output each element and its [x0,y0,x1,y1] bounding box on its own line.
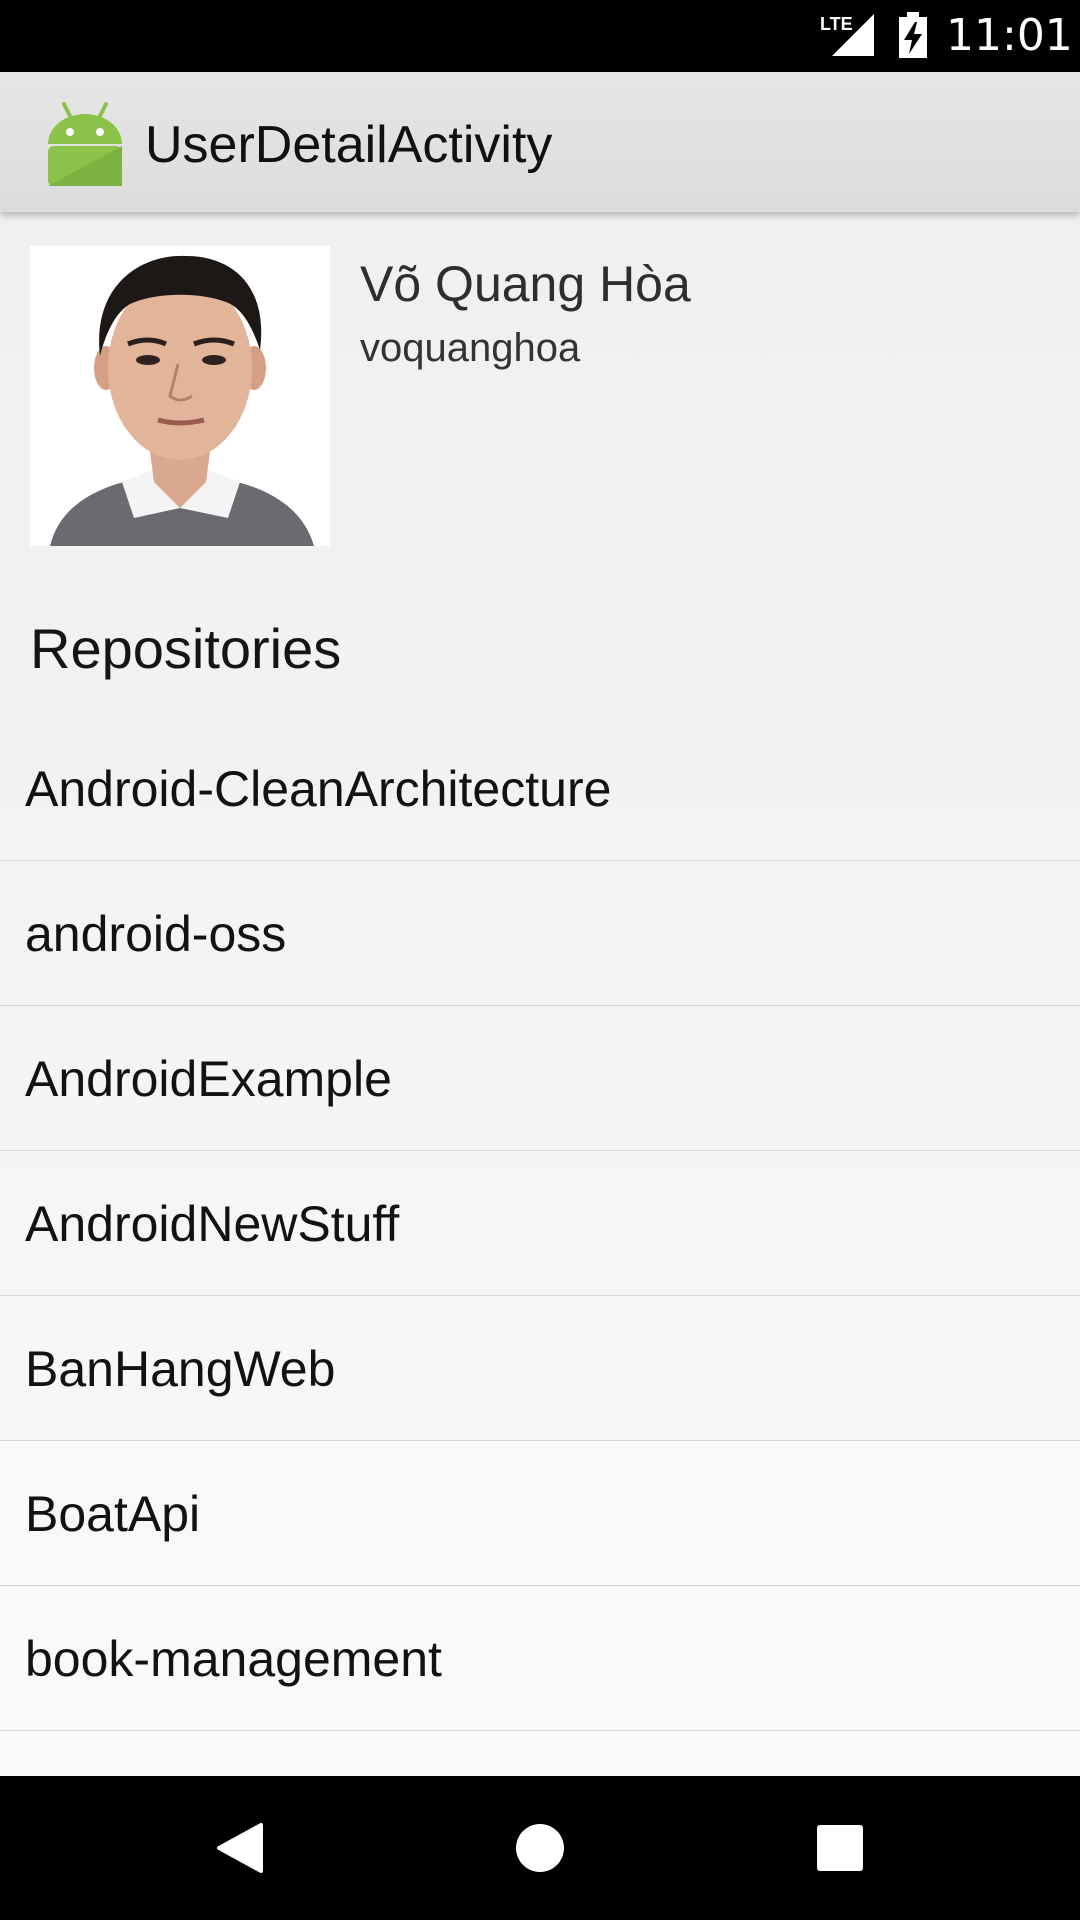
list-item[interactable]: AndroidExample [0,1006,1080,1151]
repository-name: Android-CleanArchitecture [25,761,612,817]
back-icon [217,1823,263,1873]
home-button[interactable] [490,1798,590,1898]
lte-signal-icon: LTE [820,14,874,56]
list-item[interactable]: BoatApi [0,1441,1080,1586]
avatar [30,246,330,546]
back-button[interactable] [190,1798,290,1898]
repositories-heading: Repositories [30,617,342,680]
user-login: voquanghoa [360,326,581,370]
repository-list: Android-CleanArchitecture android-oss An… [0,716,1080,1731]
app-title: UserDetailActivity [145,116,553,174]
recent-apps-button[interactable] [790,1798,890,1898]
list-item[interactable]: Android-CleanArchitecture [0,716,1080,861]
repository-name: book-management [25,1631,442,1687]
status-time: 11:01 [946,10,1073,61]
network-type-label: LTE [820,14,853,34]
recent-apps-icon [817,1825,863,1871]
avatar-photo [30,246,330,546]
repository-name: AndroidExample [25,1051,392,1107]
battery-charging-icon [899,12,927,58]
list-item[interactable]: book-management [0,1586,1080,1731]
repository-name: BoatApi [25,1486,201,1542]
user-full-name: Võ Quang Hòa [360,256,691,312]
user-detail-screen: LTE 11:01 UserDetailActivity Võ Quang Hò… [0,0,1080,1920]
home-icon [516,1824,564,1872]
list-item[interactable]: AndroidNewStuff [0,1151,1080,1296]
repository-name: BanHangWeb [25,1341,336,1397]
android-logo-icon [48,102,122,186]
repository-name: AndroidNewStuff [25,1196,400,1252]
status-bar: LTE 11:01 [0,0,1080,72]
app-bar: UserDetailActivity [0,72,1080,212]
list-item[interactable]: BanHangWeb [0,1296,1080,1441]
navigation-bar [0,1776,1080,1920]
list-item[interactable]: android-oss [0,861,1080,1006]
repository-name: android-oss [25,906,287,962]
